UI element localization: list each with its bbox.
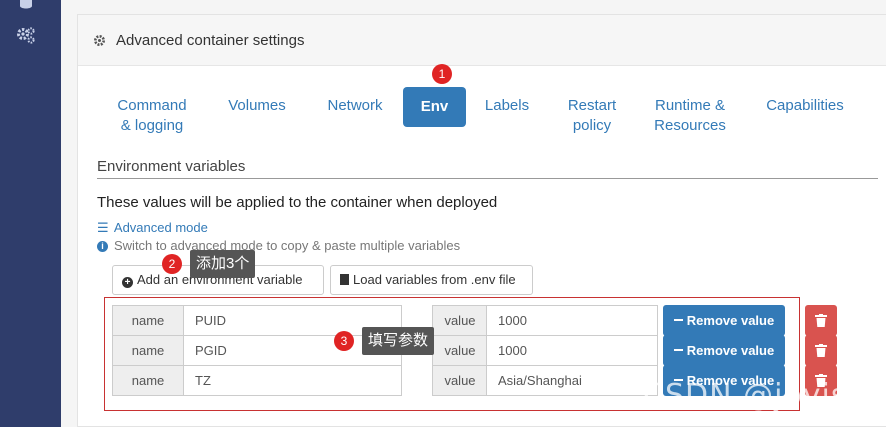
info-icon: i — [97, 241, 108, 252]
load-env-file-button[interactable]: Load variables from .env file — [330, 265, 533, 295]
value-label: value — [432, 365, 488, 396]
env-value-input[interactable]: Asia/Shanghai — [486, 365, 658, 396]
tab-runtime-resources[interactable]: Runtime & Resources — [646, 96, 734, 136]
env-name-input[interactable]: TZ — [183, 365, 402, 396]
settings-cogs-icon[interactable] — [16, 26, 36, 46]
section-divider — [97, 178, 878, 179]
trash-icon — [815, 314, 827, 327]
remove-value-button[interactable]: Remove value — [663, 305, 785, 336]
delete-row-button[interactable] — [805, 335, 837, 366]
env-value-input[interactable]: 1000 — [486, 335, 658, 366]
advanced-mode-info: i Switch to advanced mode to copy & paste… — [97, 238, 460, 253]
annotation-badge-2: 2 — [162, 254, 182, 274]
panel-header: Advanced container settings — [78, 15, 886, 66]
annotation-badge-3: 3 — [334, 331, 354, 351]
env-value-input[interactable]: 1000 — [486, 305, 658, 336]
tab-network[interactable]: Network — [318, 96, 392, 116]
section-description: These values will be applied to the cont… — [97, 194, 498, 211]
name-label: name — [112, 365, 184, 396]
tab-labels[interactable]: Labels — [478, 96, 536, 116]
name-label: name — [112, 335, 184, 366]
plus-circle-icon: + — [122, 277, 133, 288]
minus-icon — [673, 349, 683, 351]
value-label: value — [432, 335, 488, 366]
annotation-tooltip-add: 添加3个 — [190, 250, 256, 278]
remove-value-button[interactable]: Remove value — [663, 335, 785, 366]
tab-command-logging[interactable]: Command & logging — [110, 96, 194, 136]
cog-icon — [93, 34, 106, 47]
sidebar — [0, 0, 61, 427]
delete-row-button[interactable] — [805, 305, 837, 336]
tab-env[interactable]: Env — [403, 87, 466, 127]
file-upload-icon — [340, 274, 349, 285]
tab-restart-policy[interactable]: Restart policy — [558, 96, 626, 136]
trash-icon — [815, 344, 827, 357]
annotation-badge-1: 1 — [432, 64, 452, 84]
advanced-mode-link[interactable]: ☰ Advanced mode — [97, 220, 208, 236]
watermark: CSDN @joyist — [643, 378, 861, 413]
minus-icon — [673, 319, 683, 321]
name-label: name — [112, 305, 184, 336]
database-icon[interactable] — [16, 0, 36, 12]
tab-capabilities[interactable]: Capabilities — [756, 96, 854, 116]
section-title: Environment variables — [97, 158, 246, 175]
tab-volumes[interactable]: Volumes — [220, 96, 294, 116]
list-icon: ☰ — [97, 220, 109, 235]
value-label: value — [432, 305, 488, 336]
panel-title: Advanced container settings — [116, 32, 305, 49]
annotation-tooltip-fill: 填写参数 — [362, 327, 435, 355]
